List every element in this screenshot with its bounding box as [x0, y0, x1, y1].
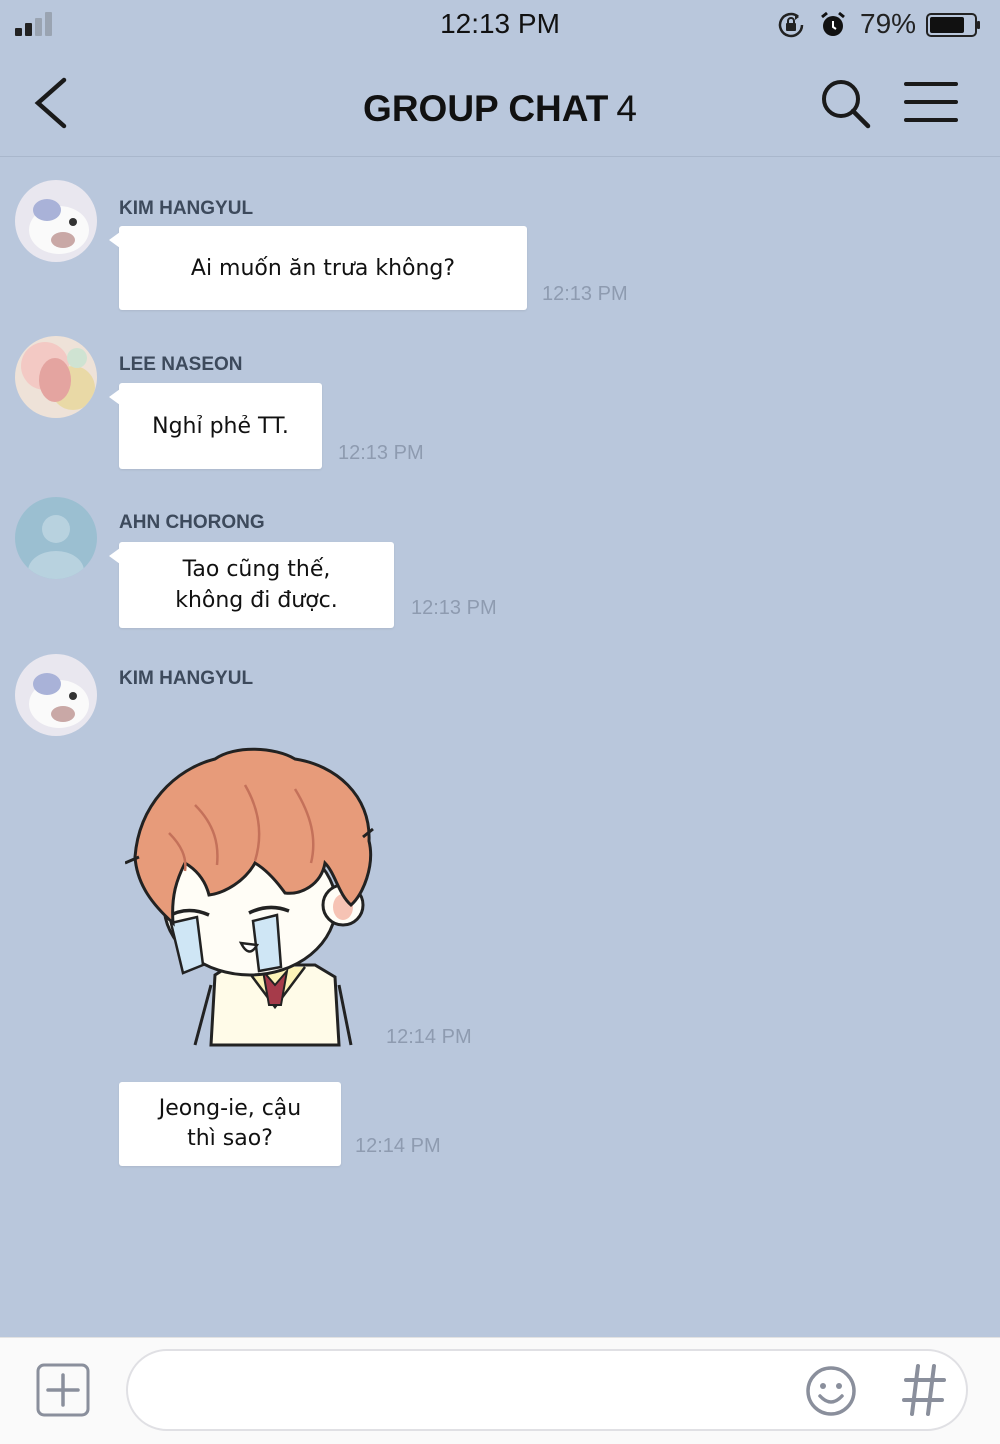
plus-icon[interactable] [36, 1363, 90, 1417]
chat-header: GROUP CHAT 4 [0, 52, 1000, 157]
avatar-lee-naseon[interactable] [15, 336, 97, 418]
message-bubble[interactable]: Jeong-ie, cậu thì sao? [119, 1082, 341, 1166]
message-text: Nghỉ phẻ TT. [152, 413, 289, 439]
message-time: 12:13 PM [338, 442, 424, 464]
message-input-bar [0, 1337, 1000, 1444]
message-time: 12:13 PM [542, 283, 628, 305]
message-sender: KIM HANGYUL [119, 198, 254, 219]
smiley-icon[interactable] [804, 1364, 858, 1418]
message-text: Jeong-ie, cậu thì sao? [158, 1096, 302, 1151]
message-text: Tao cũng thế, không đi được. [175, 557, 338, 613]
message-bubble[interactable]: Tao cũng thế, không đi được. [109, 542, 394, 628]
member-count: 4 [616, 88, 637, 129]
battery-percentage: 79% [860, 8, 917, 39]
message-sender: KIM HANGYUL [119, 668, 254, 689]
message-bubble[interactable]: Ai muốn ăn trưa không? [109, 226, 527, 310]
message-time: 12:13 PM [411, 597, 497, 619]
avatar-kim-hangyul[interactable] [15, 654, 97, 736]
alarm-icon [821, 11, 845, 36]
message-sender: AHN CHORONG [119, 512, 265, 533]
hamburger-menu-icon[interactable] [904, 80, 958, 124]
hashtag-icon[interactable] [902, 1362, 946, 1418]
message-time: 12:14 PM [355, 1135, 441, 1157]
search-icon[interactable] [818, 76, 872, 130]
status-bar: 12:13 PM 79% [0, 0, 1000, 52]
message-bubble[interactable]: Nghỉ phẻ TT. [109, 383, 322, 469]
chat-title-text: GROUP CHAT [363, 88, 609, 129]
status-time: 12:13 PM [440, 8, 560, 39]
avatar-default-user[interactable] [15, 497, 97, 579]
avatar-kim-hangyul[interactable] [15, 180, 97, 262]
message-time: 12:14 PM [386, 1026, 472, 1048]
message-sender: LEE NASEON [119, 354, 243, 375]
battery-icon [926, 13, 980, 37]
rotation-lock-icon [778, 12, 804, 38]
message-text: Ai muốn ăn trưa không? [190, 255, 456, 281]
crying-boy-sticker[interactable] [125, 745, 377, 1057]
